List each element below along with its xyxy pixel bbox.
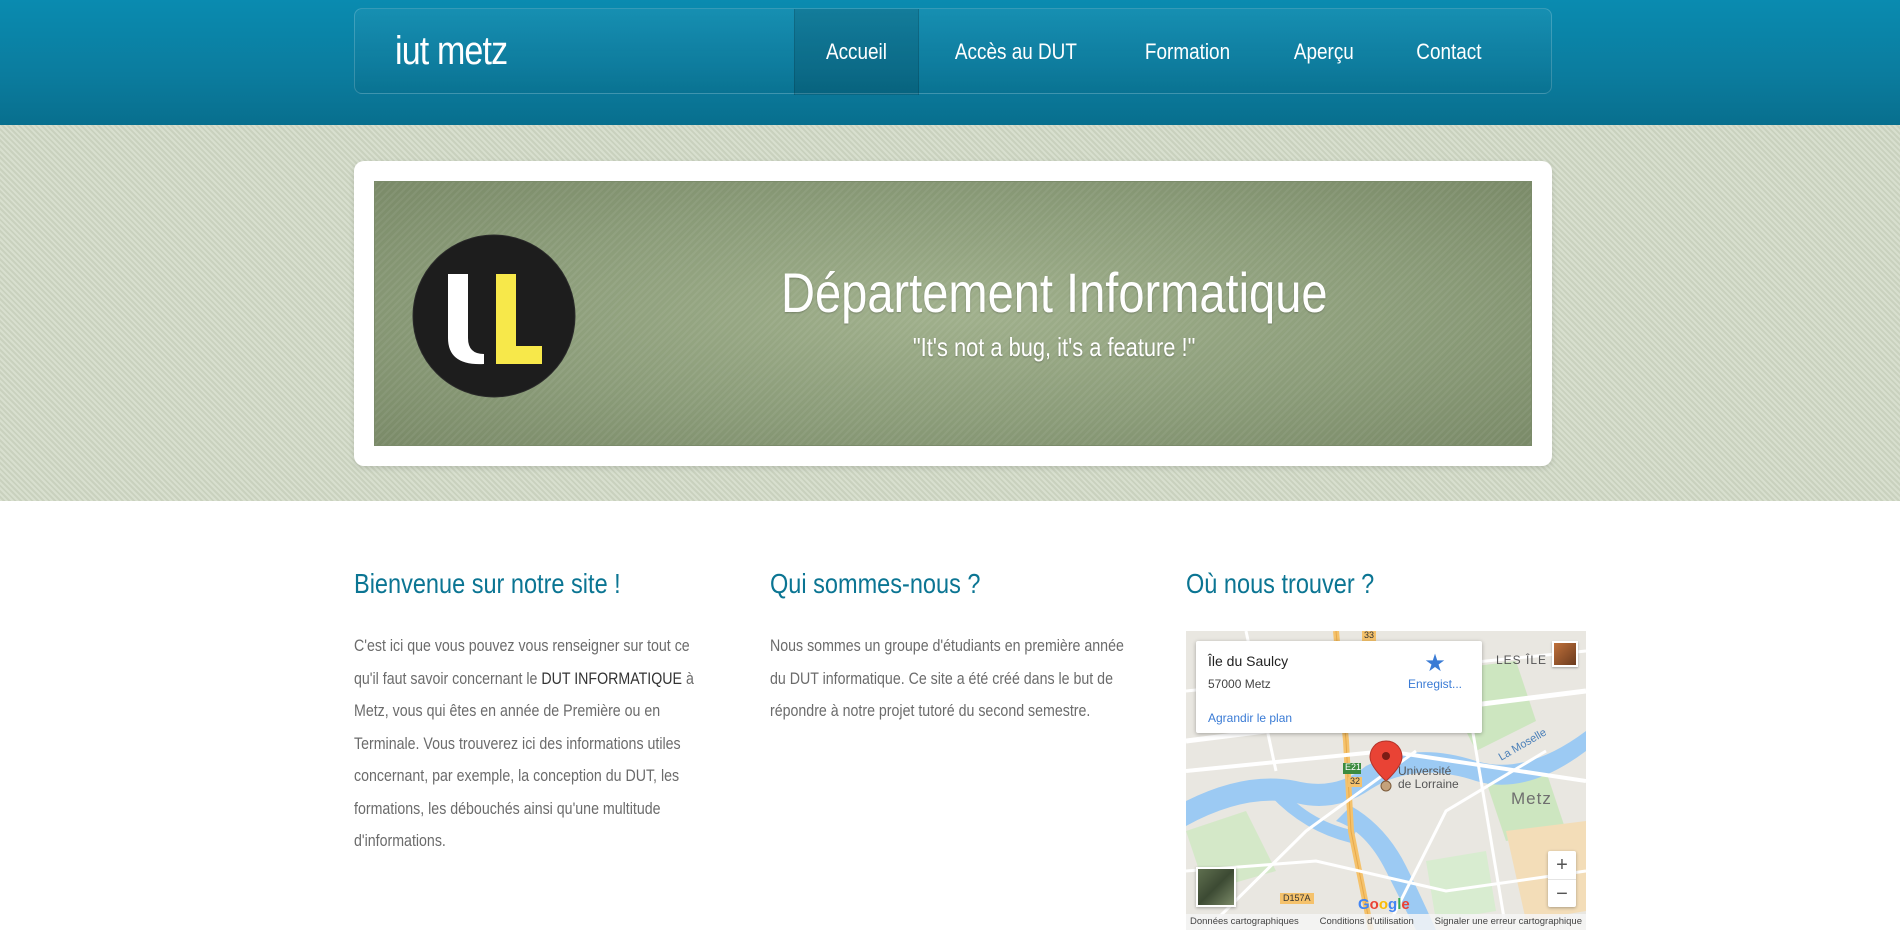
save-place-button[interactable]: ★ Enregist... [1400, 650, 1470, 692]
map-road-label: 32 [1350, 776, 1361, 786]
welcome-column: Bienvenue sur notre site ! C'est ici que… [354, 568, 714, 858]
nav-label: Accueil [825, 39, 887, 64]
map-data-link[interactable]: Données cartographiques [1190, 914, 1299, 930]
zoom-out-button[interactable]: − [1548, 879, 1576, 907]
hero-title: Département Informatique [780, 261, 1328, 324]
location-column: Où nous trouver ? [1186, 568, 1586, 608]
hero-card: Département Informatique "It's not a bug… [354, 161, 1552, 466]
nav-item-acces-dut[interactable]: Accès au DUT [919, 9, 1113, 95]
nav-item-contact[interactable]: Contact [1385, 9, 1513, 95]
site-brand[interactable]: iut metz [395, 29, 508, 74]
hero-subtitle: "It's not a bug, it's a feature !" [912, 332, 1196, 362]
hero-section: Département Informatique "It's not a bug… [0, 125, 1900, 501]
map-address: 57000 Metz [1208, 677, 1271, 691]
navbar: iut metz Accueil Accès au DUT Formation … [354, 8, 1552, 95]
satellite-toggle[interactable] [1196, 867, 1236, 907]
map-city-label: Metz [1511, 789, 1552, 808]
street-view-thumbnail[interactable] [1552, 641, 1578, 667]
location-heading: Où nous trouver ? [1186, 568, 1375, 599]
about-text: Nous sommes un groupe d'étudiants en pre… [770, 636, 1124, 720]
map-place-name: Île du Saulcy [1208, 653, 1289, 669]
enlarge-map-link[interactable]: Agrandir le plan [1208, 711, 1292, 725]
nav-menu: Accueil Accès au DUT Formation Aperçu Co… [793, 9, 1513, 95]
map-footer: Données cartographiques Conditions d'uti… [1186, 914, 1586, 930]
map-road-label: 33 [1364, 631, 1375, 640]
star-icon: ★ [1424, 650, 1446, 677]
welcome-text: C'est ici que vous pouvez vous renseigne… [354, 636, 694, 850]
map-info-card: Île du Saulcy 57000 Metz Agrandir le pla… [1196, 641, 1482, 733]
map-road-label: E21 [1345, 762, 1362, 772]
dut-emphasis: DUT INFORMATIQUE [541, 668, 682, 688]
nav-item-accueil[interactable]: Accueil [793, 9, 919, 95]
map-area-label: LES ÎLE [1496, 653, 1548, 667]
google-map[interactable]: E21 32 33 D157A N3 Universitéde Lorraine… [1186, 631, 1586, 930]
nav-item-apercu[interactable]: Aperçu [1263, 9, 1385, 95]
about-heading: Qui sommes-nous ? [770, 568, 981, 599]
nav-item-formation[interactable]: Formation [1112, 9, 1263, 95]
site-header: iut metz Accueil Accès au DUT Formation … [0, 0, 1900, 125]
zoom-in-button[interactable]: + [1548, 851, 1576, 879]
map-poi-label: Université de Lorraine [1398, 764, 1459, 791]
map-zoom-controls: + − [1548, 851, 1576, 907]
welcome-heading: Bienvenue sur notre site ! [354, 568, 621, 599]
nav-label: Aperçu [1294, 39, 1355, 64]
about-column: Qui sommes-nous ? Nous sommes un groupe … [770, 568, 1142, 728]
map-road-label: D157A [1283, 893, 1311, 903]
nav-label: Contact [1416, 39, 1482, 64]
google-logo: Google [1358, 896, 1410, 913]
hero-banner: Département Informatique "It's not a bug… [374, 181, 1532, 446]
nav-label: Formation [1145, 39, 1231, 64]
save-label: Enregist... [1407, 677, 1463, 691]
nav-label: Accès au DUT [954, 39, 1077, 64]
map-report-link[interactable]: Signaler une erreur cartographique [1435, 914, 1582, 930]
map-terms-link[interactable]: Conditions d'utilisation [1320, 914, 1414, 930]
